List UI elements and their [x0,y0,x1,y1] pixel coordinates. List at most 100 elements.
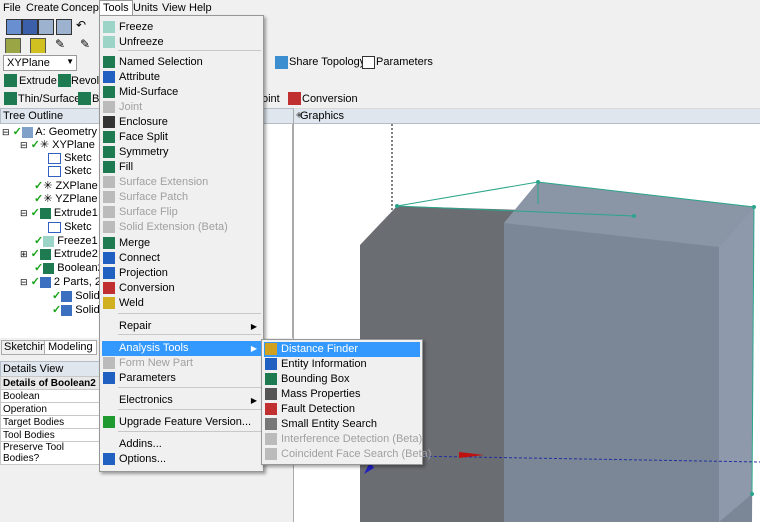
analysis-menu-item: Interference Detection (Beta) [264,432,423,447]
tools-menu-item[interactable]: Fill [102,160,261,175]
face-mode-icon[interactable] [5,38,21,54]
analysis-menu-item[interactable]: Fault Detection [264,402,420,417]
tools-menu-item[interactable]: Named Selection [102,55,261,70]
details-row[interactable]: Preserve Tool Bodies? [0,441,102,465]
analysis-menu-item-label: Interference Detection (Beta) [281,433,423,445]
tools-menu-item[interactable]: Enclosure [102,115,261,130]
extrude-icon [39,248,51,260]
body-mode-icon[interactable] [30,38,46,54]
share-topology-button[interactable]: Share Topology [289,56,365,68]
export-icon[interactable] [38,19,54,35]
tools-menu-item[interactable]: Upgrade Feature Version... [102,415,261,430]
tools-menu-item[interactable]: Attribute [102,70,261,85]
tools-menu-item[interactable]: Merge [102,236,261,251]
tree-node-extrude2[interactable]: ⊞ ✓ Extrude2 [20,248,98,261]
tree-node-parts[interactable]: ⊟ ✓ 2 Parts, 2 B [20,276,111,289]
save-icon[interactable] [22,19,38,35]
tools-menu-item[interactable]: Symmetry [102,145,261,160]
tree-node-solid[interactable]: ✓ Solid [52,290,100,303]
tools-menu-item[interactable]: Unfreeze [102,35,261,50]
surface-flip-icon [103,206,115,218]
menu-file[interactable]: File [3,2,21,14]
parameters-icon [103,372,115,384]
tools-menu-item[interactable]: Repair ▶ [102,319,261,334]
tree-node-sketch[interactable]: Sketc [48,152,92,165]
analysis-menu-item[interactable]: Distance Finder [264,342,420,357]
extrude-icon [4,74,17,87]
menu-units[interactable]: Units [133,2,158,14]
tree-node-geometry[interactable]: ⊟ ✓ A: Geometry [2,126,97,139]
menu-help[interactable]: Help [189,2,212,14]
screen-capture-icon[interactable] [56,19,72,35]
tree-node-sketch[interactable]: Sketc [48,165,92,178]
tools-menu-item-label: Freeze [119,21,154,33]
details-view-title: Details View [3,363,64,375]
details-row[interactable]: Tool Bodies [0,428,102,442]
sketch-mode-icon[interactable]: ✎ [80,38,94,52]
details-row[interactable]: Operation [0,402,102,416]
tools-menu-item-label: Projection [119,267,168,279]
undo-icon[interactable]: ↶ [76,19,90,33]
tools-menu-item[interactable]: Conversion [102,281,261,296]
menu-view[interactable]: View [162,2,186,14]
tools-menu-item-label: Addins... [119,438,162,450]
blend-icon [78,92,91,105]
line-mode-icon[interactable]: ✎ [55,38,69,52]
tools-menu-item: Surface Flip [102,205,261,220]
tree-node-boolean2[interactable]: ✓ Boolean2 [34,262,104,275]
tools-menu-item-label: Named Selection [119,56,203,68]
parameters-button[interactable]: Parameters [376,56,433,68]
tools-menu-item: Surface Extension [102,175,261,190]
details-table: Details of Boolean2 Boolean Operation Ta… [0,376,102,465]
new-icon[interactable] [6,19,22,35]
tree-node-yzplane[interactable]: ✓✳ YZPlane [34,193,98,206]
plane-combo[interactable]: XYPlane ▼ [3,55,77,71]
tools-menu-item[interactable]: Addins... [102,437,261,452]
menu-separator [118,431,261,432]
tools-menu-item[interactable]: Mid-Surface [102,85,261,100]
tree-node-freeze1[interactable]: ✓ Freeze1 [34,235,98,248]
menu-separator [118,334,261,335]
tools-menu-item-label: Merge [119,237,151,249]
analysis-menu-item: Coincident Face Search (Beta) [264,447,431,462]
analysis-menu-item[interactable]: Entity Information [264,357,420,372]
form-new-part-icon [103,357,115,369]
analysis-menu-item[interactable]: Bounding Box [264,372,420,387]
tools-menu-item[interactable]: Parameters [102,371,261,386]
point-button[interactable]: oint [262,93,280,105]
tools-menu-item[interactable]: Freeze [102,20,261,35]
conversion-button[interactable]: Conversion [302,93,358,105]
analysis-menu-item-label: Bounding Box [281,373,350,385]
tools-menu-item[interactable]: Face Split [102,130,261,145]
menu-concept[interactable]: Concept [61,2,102,14]
analysis-menu-item[interactable]: Small Entity Search [264,417,420,432]
freeze-icon [103,21,115,33]
solid-icon [61,304,73,316]
tree-node-xyplane[interactable]: ⊟ ✓✳ XYPlane [20,139,95,152]
details-row[interactable]: Boolean [0,389,102,403]
tools-menu-item[interactable]: Weld [102,296,261,311]
tree-node-zxplane[interactable]: ✓✳ ZXPlane [34,180,98,193]
analysis-menu-item[interactable]: Mass Properties [264,387,420,402]
tools-menu-item[interactable]: Projection [102,266,261,281]
fault-detection-icon [265,403,277,415]
extrude-button[interactable]: Extrude [19,75,57,87]
bounding-box-icon [265,373,277,385]
tree-node-solid[interactable]: ✓ Solid [52,304,100,317]
analysis-menu-item-label: Distance Finder [281,343,359,355]
details-row[interactable]: Target Bodies [0,415,102,429]
mass-properties-icon [265,388,277,400]
tools-menu-item[interactable]: Connect [102,251,261,266]
freeze-icon [43,235,55,247]
thin-surface-icon [4,92,17,105]
tab-modeling[interactable]: Modeling [44,340,97,355]
thin-surface-button[interactable]: Thin/Surface [18,93,80,105]
tools-menu-item[interactable]: Options... [102,452,261,467]
tools-menu-item[interactable]: Analysis Tools ▶ [102,341,261,356]
tree-node-sketch[interactable]: Sketc [48,221,92,234]
tools-menu-item[interactable]: Electronics ▶ [102,393,261,408]
tree-node-extrude1[interactable]: ⊟ ✓ Extrude1 [20,207,98,220]
analysis-tools-submenu: Distance Finder Entity Information Boundin… [261,339,431,465]
menu-create[interactable]: Create [26,2,59,14]
tools-menu-item-label: Options... [119,453,167,465]
